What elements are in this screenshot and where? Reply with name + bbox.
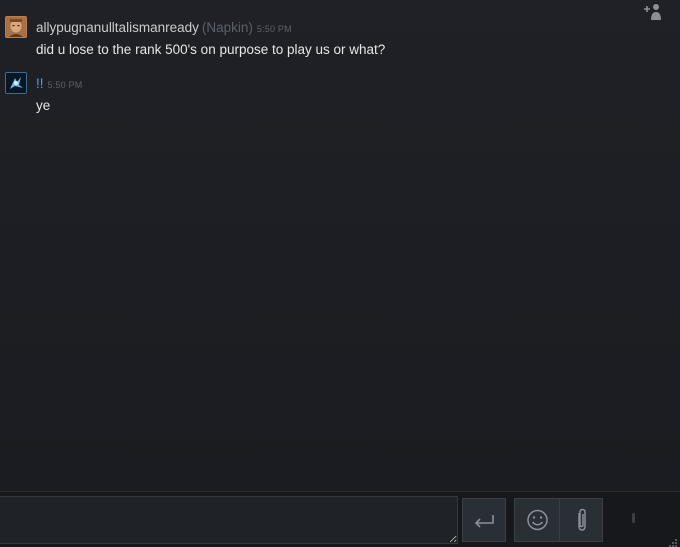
user-avatar[interactable] xyxy=(5,16,27,38)
message-header: !! 5:50 PM xyxy=(36,75,82,93)
message-timestamp: 5:50 PM xyxy=(47,80,83,90)
sender-name[interactable]: allypugnanulltalismanready xyxy=(36,20,199,35)
sender-name[interactable]: !! xyxy=(36,76,44,91)
message-text: did u lose to the rank 500's on purpose … xyxy=(36,42,386,57)
chat-window: allypugnanulltalismanready (Napkin) 5:50 P… xyxy=(0,0,680,547)
sender-nickname: (Napkin) xyxy=(201,20,253,35)
user-avatar[interactable] xyxy=(5,72,27,94)
emoji-button[interactable] xyxy=(516,499,559,541)
message-list: allypugnanulltalismanready (Napkin) 5:50 P… xyxy=(0,0,640,490)
resize-grip-icon[interactable] xyxy=(667,535,678,547)
composer-actions xyxy=(514,498,603,542)
message-text: ye xyxy=(36,98,51,113)
add-friend-icon[interactable] xyxy=(642,2,666,22)
chat-input[interactable] xyxy=(0,496,458,544)
attach-button[interactable] xyxy=(559,499,603,541)
message-header: allypugnanulltalismanready (Napkin) 5:50 P… xyxy=(36,19,292,37)
voice-button[interactable] xyxy=(616,498,652,542)
send-button[interactable] xyxy=(462,498,506,542)
message-timestamp: 5:50 PM xyxy=(256,24,292,34)
message-composer xyxy=(0,491,680,547)
